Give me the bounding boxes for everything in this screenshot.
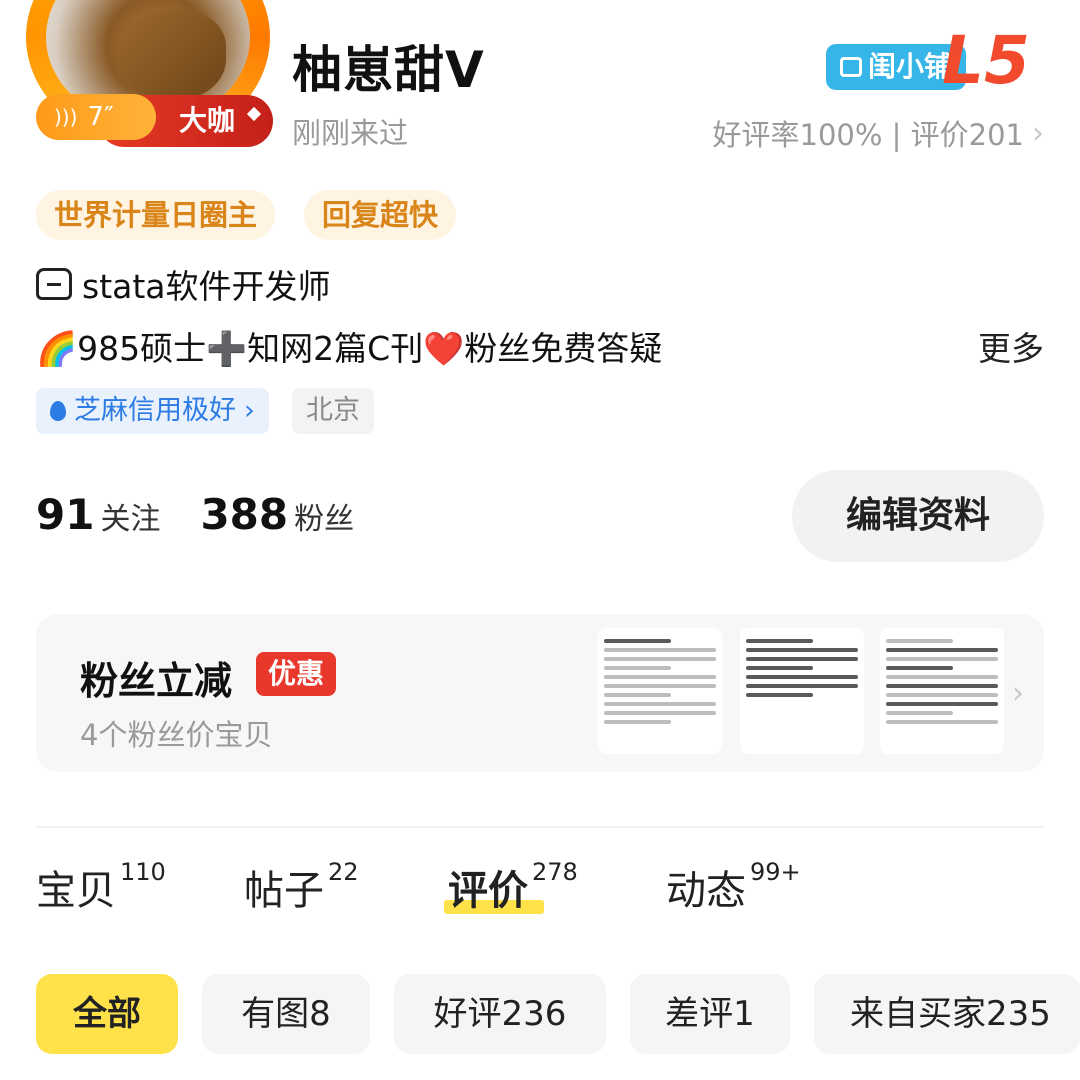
- tab-label: 评价: [444, 858, 544, 916]
- job-row: stata软件开发师: [36, 260, 331, 308]
- voice-intro-button[interactable]: ))) 7″: [36, 94, 156, 140]
- product-thumbnail[interactable]: [740, 628, 864, 754]
- voice-length: 7″: [87, 102, 114, 132]
- stats-row: 91 关注 388 粉丝: [36, 490, 388, 539]
- avatar[interactable]: 大咖 ))) 7″: [26, 0, 276, 160]
- tab-count: 22: [328, 858, 359, 886]
- thumb-text-line: [746, 666, 814, 670]
- credit-badge[interactable]: 芝麻信用极好 ›: [36, 388, 269, 434]
- chevron-right-icon: ›: [244, 395, 255, 426]
- thumb-text-line: [746, 648, 858, 652]
- thumb-text-line: [746, 675, 858, 679]
- thumb-text-line: [886, 693, 998, 697]
- voice-wave-icon: ))): [54, 105, 78, 129]
- tab-count: 110: [120, 858, 166, 886]
- shop-badge-label: 闺小铺: [868, 50, 953, 83]
- tab-count: 278: [532, 858, 578, 886]
- thumb-text-line: [746, 684, 858, 688]
- thumb-text-line: [886, 666, 954, 670]
- edit-profile-button[interactable]: 编辑资料: [792, 470, 1044, 562]
- last-seen: 刚刚来过: [292, 116, 409, 150]
- seller-level: L5: [942, 22, 1030, 99]
- job-title: stata软件开发师: [82, 267, 331, 306]
- thumb-text-line: [886, 639, 954, 643]
- tab-label: 帖子: [244, 868, 324, 914]
- thumb-text-line: [604, 648, 716, 652]
- thumb-text-line: [604, 702, 716, 706]
- city-badge: 北京: [292, 388, 374, 434]
- thumb-text-line: [604, 666, 672, 670]
- store-icon: [36, 268, 72, 300]
- cat-image: [116, 10, 226, 100]
- thumb-text-line: [746, 657, 858, 661]
- rating-text: 好评率100% | 评价201: [712, 118, 1024, 152]
- thumb-text-line: [886, 648, 998, 652]
- tab-reviews[interactable]: 评价 278: [444, 858, 578, 916]
- thumb-text-line: [886, 684, 998, 688]
- rank-badge-label: 大咖: [178, 104, 235, 137]
- thumb-text-line: [886, 711, 954, 715]
- filter-negative[interactable]: 差评1: [630, 974, 790, 1054]
- thumb-text-line: [886, 702, 998, 706]
- thumb-text-line: [886, 675, 998, 679]
- thumb-text-line: [604, 684, 716, 688]
- tab-label: 动态: [666, 868, 746, 914]
- tab-items[interactable]: 宝贝 110: [36, 858, 166, 916]
- bio: 🌈985硕士➕知网2篇C刊❤️粉丝免费答疑: [36, 329, 663, 368]
- thumb-text-line: [604, 720, 672, 724]
- tab-label: 宝贝: [36, 868, 116, 914]
- fans-label[interactable]: 粉丝: [294, 494, 354, 538]
- star-icon: [246, 106, 262, 122]
- chevron-right-icon: ›: [1032, 115, 1044, 151]
- flame-drop-icon: [50, 401, 66, 421]
- thumb-text-line: [746, 639, 814, 643]
- chevron-right-icon[interactable]: ›: [1012, 676, 1024, 711]
- filter-positive[interactable]: 好评236: [394, 974, 606, 1054]
- fans-count[interactable]: 388: [200, 490, 288, 539]
- thumb-text-line: [886, 657, 998, 661]
- thumb-text-line: [604, 693, 672, 697]
- credit-label: 芝麻信用极好: [74, 395, 236, 426]
- tab-count: 99+: [750, 858, 801, 886]
- thumb-text-line: [604, 711, 716, 715]
- discount-badge: 优惠: [256, 652, 337, 696]
- divider: [36, 826, 1044, 828]
- filter-with-images[interactable]: 有图8: [202, 974, 370, 1054]
- nickname: 柚崽甜V: [292, 41, 485, 99]
- rating-summary[interactable]: 好评率100% | 评价201 ›: [713, 112, 1044, 154]
- thumb-text-line: [604, 657, 716, 661]
- tab-activity[interactable]: 动态 99+: [666, 858, 801, 916]
- more-link[interactable]: 更多: [978, 322, 1044, 370]
- product-thumbnail[interactable]: [880, 628, 1004, 754]
- product-thumbnail[interactable]: [598, 628, 722, 754]
- following-count[interactable]: 91: [36, 490, 94, 539]
- following-label[interactable]: 关注: [100, 494, 160, 538]
- tag-fast-reply[interactable]: 回复超快: [304, 190, 457, 240]
- shop-icon: [840, 57, 862, 77]
- filter-from-buyers[interactable]: 来自买家235: [814, 974, 1080, 1054]
- thumb-text-line: [746, 693, 814, 697]
- thumb-text-line: [886, 720, 998, 724]
- tab-label-text: 评价: [448, 868, 528, 914]
- thumb-text-line: [604, 675, 716, 679]
- fan-discount-title: 粉丝立减: [80, 659, 233, 703]
- filter-all[interactable]: 全部: [36, 974, 178, 1054]
- fan-discount-subtitle: 4个粉丝价宝贝: [80, 718, 273, 752]
- tab-posts[interactable]: 帖子 22: [244, 858, 359, 916]
- tag-circle-owner[interactable]: 世界计量日圈主: [36, 190, 276, 240]
- thumb-text-line: [604, 639, 672, 643]
